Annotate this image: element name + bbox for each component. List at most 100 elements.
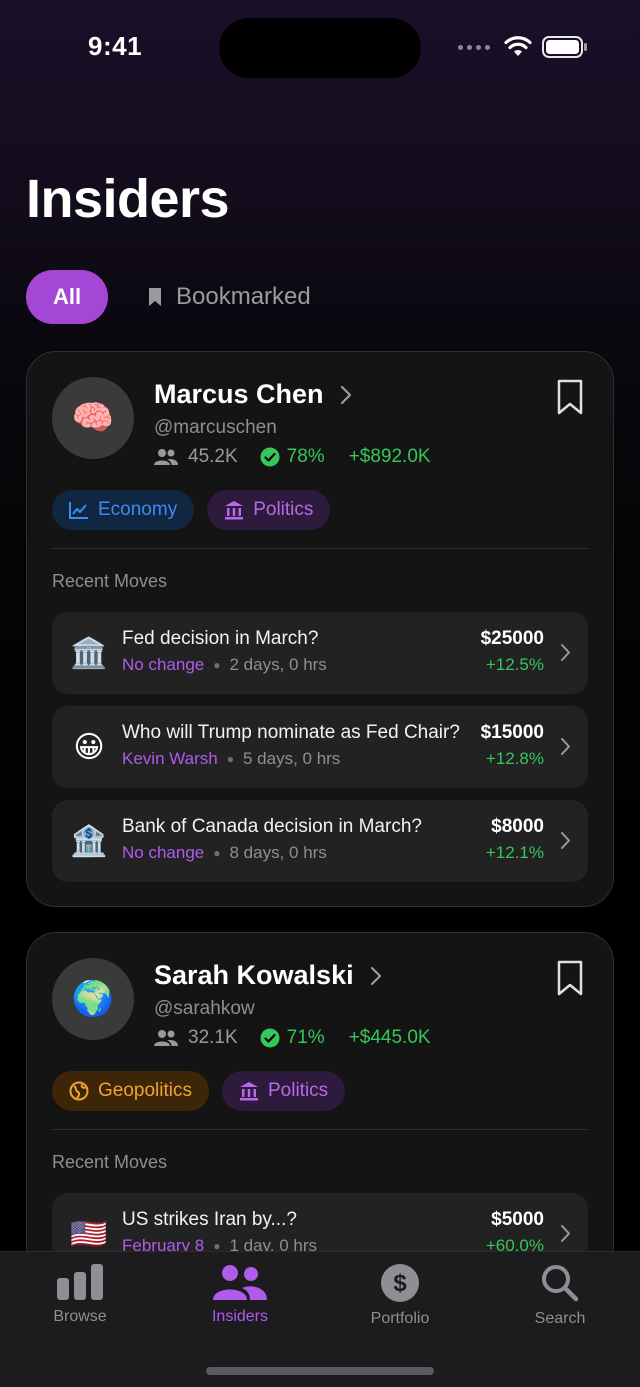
move-row[interactable]: 😀 Who will Trump nominate as Fed Chair? …: [52, 706, 588, 788]
move-change: +12.5%: [485, 655, 544, 674]
avatar: 🌍: [52, 958, 134, 1040]
tag-geopolitics[interactable]: Geopolitics: [52, 1071, 209, 1111]
chevron-right-icon: [561, 738, 570, 755]
filter-bookmarked-button[interactable]: Bookmarked: [148, 283, 311, 311]
separator-dot: ●: [213, 846, 221, 860]
tab-label: Search: [534, 1310, 586, 1327]
win-rate-stat: 78%: [260, 446, 325, 468]
move-title: Who will Trump nominate as Fed Chair?: [122, 722, 460, 743]
insider-handle: @sarahkow: [154, 998, 255, 1019]
chevron-right-icon: [561, 832, 570, 849]
bookmark-button[interactable]: [557, 379, 583, 420]
divider: [52, 548, 588, 549]
tab-portfolio[interactable]: $ Portfolio: [320, 1264, 480, 1328]
status-bar: 9:41: [0, 0, 640, 96]
move-amount: $25000: [480, 628, 544, 649]
status-time: 9:41: [88, 31, 143, 61]
tab-browse[interactable]: Browse: [0, 1264, 160, 1326]
move-time: 8 days, 0 hrs: [229, 843, 327, 862]
checkmark-circle-icon: [260, 447, 280, 467]
insider-card[interactable]: 🧠 Marcus Chen @marcuschen 45.2K 78% +$89…: [26, 351, 614, 907]
bank-icon: 🏦: [70, 824, 108, 858]
separator-dot: ●: [226, 752, 234, 766]
chevron-right-icon: [561, 1225, 570, 1242]
move-change: +12.1%: [485, 843, 544, 862]
chevron-right-icon: [340, 385, 351, 404]
tag-economy[interactable]: Economy: [52, 490, 195, 530]
page-title: Insiders: [26, 169, 230, 229]
tag-label: Politics: [268, 1080, 329, 1101]
tag-label: Economy: [98, 499, 178, 520]
tag-list: Economy Politics: [52, 490, 331, 530]
status-icons: [458, 36, 588, 58]
tab-insiders[interactable]: Insiders: [160, 1264, 320, 1326]
followers-stat: 32.1K: [154, 1027, 238, 1049]
tab-search[interactable]: Search: [480, 1264, 640, 1328]
avatar: 🧠: [52, 377, 134, 459]
divider: [52, 1129, 588, 1130]
magnifier-icon: [542, 1265, 579, 1302]
svg-text:$: $: [393, 1270, 407, 1297]
followers-stat: 45.2K: [154, 446, 238, 468]
dollar-circle-icon: $: [381, 1264, 419, 1302]
move-amount: $8000: [491, 816, 544, 837]
followers-count: 45.2K: [188, 446, 238, 467]
name-row[interactable]: Sarah Kowalski: [154, 960, 382, 991]
tab-label: Portfolio: [370, 1310, 430, 1327]
move-row[interactable]: 🏛️ Fed decision in March? No change ● 2 …: [52, 612, 588, 694]
globe-outline-icon: [69, 1081, 89, 1101]
tab-bar: Browse Insiders $ Portfolio Search: [0, 1251, 640, 1387]
recent-moves-label: Recent Moves: [52, 571, 168, 591]
us-flag-icon: 🇺🇸: [70, 1217, 108, 1251]
signal-icon: [458, 44, 490, 50]
move-meta: Kevin Warsh ● 5 days, 0 hrs: [122, 749, 340, 769]
classical-building-icon: 🏛️: [70, 636, 108, 670]
grinning-face-icon: 😀: [73, 730, 105, 764]
move-outcome: No change: [122, 655, 205, 674]
followers-count: 32.1K: [188, 1027, 238, 1048]
tab-label: Insiders: [211, 1308, 269, 1325]
insider-name: Sarah Kowalski: [154, 960, 354, 990]
move-time: 5 days, 0 hrs: [242, 749, 341, 768]
tag-label: Politics: [253, 499, 314, 520]
chevron-right-icon: [561, 644, 570, 661]
institution-icon: [225, 501, 244, 520]
people-icon: [213, 1265, 267, 1300]
people-icon: [154, 449, 178, 465]
filter-all-button[interactable]: All: [26, 270, 108, 324]
bar-chart-icon: [57, 1264, 103, 1300]
globe-icon: 🌍: [71, 980, 115, 1018]
separator-dot: ●: [213, 658, 221, 672]
bookmark-icon: [557, 379, 583, 415]
tag-list: Geopolitics Politics: [52, 1071, 346, 1111]
move-title: Fed decision in March?: [122, 628, 319, 649]
tag-politics[interactable]: Politics: [222, 1071, 346, 1111]
move-amount: $15000: [480, 722, 544, 743]
bookmark-small-icon: [149, 288, 161, 306]
move-amount: $5000: [491, 1209, 544, 1230]
wifi-icon: [504, 36, 532, 56]
move-row[interactable]: 🏦 Bank of Canada decision in March? No c…: [52, 800, 588, 882]
bookmark-icon: [557, 960, 583, 996]
win-rate-value: 71%: [286, 1027, 325, 1048]
tag-politics[interactable]: Politics: [207, 490, 331, 530]
filter-bookmarked-label: Bookmarked: [176, 283, 311, 310]
home-indicator: [206, 1367, 434, 1375]
dynamic-island: [219, 18, 421, 78]
move-outcome: Kevin Warsh: [122, 749, 218, 768]
trend-chart-icon: [69, 502, 88, 519]
bookmark-button[interactable]: [557, 960, 583, 1001]
move-time: 2 days, 0 hrs: [229, 655, 327, 674]
insider-handle: @marcuschen: [154, 417, 277, 438]
move-meta: No change ● 2 days, 0 hrs: [122, 655, 327, 675]
insider-stats: 45.2K 78% +$892.0K: [154, 446, 431, 468]
win-rate-value: 78%: [286, 446, 325, 467]
move-title: US strikes Iran by...?: [122, 1209, 297, 1230]
name-row[interactable]: Marcus Chen: [154, 379, 352, 410]
profit-value: +$892.0K: [348, 446, 431, 467]
checkmark-circle-icon: [260, 1028, 280, 1048]
move-title: Bank of Canada decision in March?: [122, 816, 422, 837]
move-change: +12.8%: [485, 749, 544, 768]
move-outcome: No change: [122, 843, 205, 862]
insider-stats: 32.1K 71% +$445.0K: [154, 1027, 431, 1049]
